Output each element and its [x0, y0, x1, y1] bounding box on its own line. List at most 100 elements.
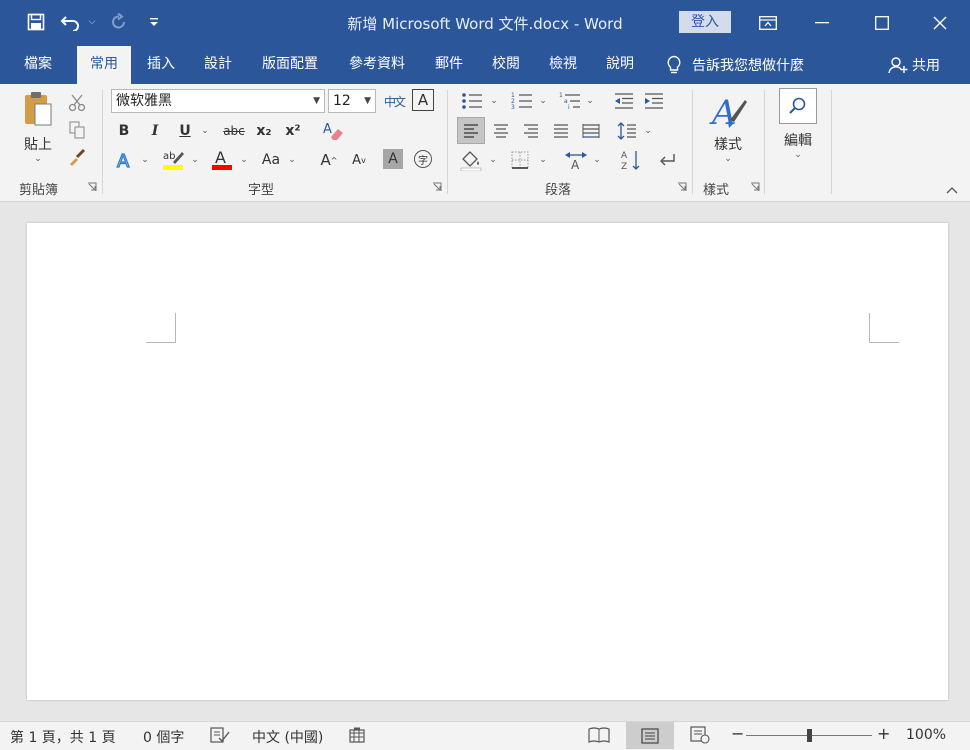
highlight-button[interactable]: ab — [160, 146, 186, 172]
underline-button[interactable]: U — [174, 120, 196, 142]
styles-launcher-icon[interactable] — [750, 182, 760, 192]
line-spacing-button[interactable] — [614, 119, 640, 143]
chevron-down-icon: ⌄ — [141, 155, 149, 165]
word-count[interactable]: 0 個字 — [143, 727, 184, 747]
distributed-button[interactable] — [578, 119, 604, 143]
multilevel-list-dropdown[interactable]: ⌄ — [584, 90, 596, 112]
sort-button[interactable]: AZ — [618, 147, 644, 173]
font-color-button[interactable]: A — [210, 146, 234, 172]
align-right-button[interactable] — [518, 119, 544, 143]
shading-dropdown[interactable]: ⌄ — [487, 148, 499, 172]
bullets-button[interactable] — [458, 90, 486, 112]
tab-design[interactable]: 設計 — [195, 46, 241, 84]
tab-review[interactable]: 校閱 — [483, 46, 529, 84]
numbering-button[interactable]: 123 — [508, 90, 536, 112]
styles-button[interactable]: A 樣式 ⌄ — [700, 90, 756, 172]
tell-me-search[interactable]: 告訴我您想做什麼 — [666, 46, 804, 84]
maximize-icon[interactable] — [862, 8, 902, 38]
increase-indent-button[interactable] — [642, 90, 666, 112]
eraser-icon: A — [322, 121, 344, 141]
line-spacing-dropdown[interactable]: ⌄ — [642, 119, 654, 143]
shading-button[interactable] — [458, 147, 484, 173]
bullets-dropdown[interactable]: ⌄ — [488, 90, 500, 112]
status-bar: 第 1 頁，共 1 頁 0 個字 中文 (中國) − + 100% — [0, 721, 970, 750]
justify-button[interactable] — [548, 119, 574, 143]
font-launcher-icon[interactable] — [432, 182, 442, 192]
editing-button[interactable]: 編輯 ⌄ — [774, 88, 822, 170]
tab-mailings[interactable]: 郵件 — [426, 46, 472, 84]
text-effects-dropdown[interactable]: ⌄ — [139, 148, 151, 172]
superscript-button[interactable]: x² — [282, 120, 304, 142]
tab-view[interactable]: 檢視 — [540, 46, 586, 84]
tab-home[interactable]: 常用 — [77, 46, 131, 86]
document-canvas[interactable] — [0, 202, 970, 721]
tab-layout[interactable]: 版面配置 — [252, 46, 328, 84]
font-size-combo[interactable]: 12 ▼ — [328, 89, 376, 113]
italic-button[interactable]: I — [144, 120, 166, 142]
font-name-combo[interactable]: 微软雅黑 ▼ — [111, 89, 325, 113]
zoom-level[interactable]: 100% — [906, 727, 946, 743]
text-effects-button[interactable]: A — [114, 148, 136, 172]
multilevel-list-button[interactable]: 1ai — [557, 90, 583, 112]
asian-layout-button[interactable]: A — [563, 148, 589, 172]
highlight-dropdown[interactable]: ⌄ — [189, 148, 201, 172]
undo-dropdown-icon[interactable]: ⌵ — [86, 9, 98, 35]
borders-dropdown[interactable]: ⌄ — [537, 148, 549, 172]
clipboard-launcher-icon[interactable] — [87, 182, 97, 192]
read-mode-icon[interactable] — [588, 726, 610, 744]
tab-references[interactable]: 參考資料 — [339, 46, 415, 84]
change-case-dropdown[interactable]: ⌄ — [286, 148, 298, 172]
macro-icon[interactable] — [349, 727, 365, 743]
paste-button[interactable]: 貼上 ⌄ — [16, 90, 60, 170]
undo-icon[interactable] — [58, 9, 84, 35]
print-layout-view-button[interactable] — [626, 722, 674, 749]
ribbon-display-options-icon[interactable] — [748, 8, 788, 38]
customize-qat-icon[interactable] — [146, 9, 162, 35]
underline-dropdown[interactable]: ⌄ — [199, 120, 211, 142]
subscript-button[interactable]: x₂ — [253, 120, 275, 142]
cut-icon[interactable] — [66, 92, 88, 114]
decrease-indent-button[interactable] — [612, 90, 636, 112]
copy-icon[interactable] — [66, 119, 88, 141]
redo-icon[interactable] — [108, 9, 130, 35]
share-button[interactable]: 共用 — [888, 46, 940, 84]
bold-button[interactable]: B — [113, 120, 135, 142]
login-button[interactable]: 登入 — [679, 11, 731, 33]
save-icon[interactable] — [24, 9, 48, 35]
character-border-button[interactable]: A — [412, 89, 434, 111]
zoom-in-button[interactable]: + — [877, 724, 890, 743]
chevron-down-icon: ⌄ — [240, 155, 248, 165]
page-count[interactable]: 第 1 頁，共 1 頁 — [10, 727, 116, 747]
svg-text:Z: Z — [621, 162, 627, 171]
format-painter-icon[interactable] — [66, 146, 88, 168]
proofing-icon[interactable] — [210, 726, 230, 744]
clear-formatting-button[interactable]: A — [320, 120, 346, 142]
strikethrough-button[interactable]: abc — [221, 120, 247, 142]
document-page[interactable] — [27, 223, 948, 700]
grow-font-button[interactable]: A ^ — [318, 148, 340, 172]
enclose-characters-button[interactable]: 字 — [412, 148, 434, 170]
collapse-ribbon-icon[interactable] — [942, 182, 962, 198]
borders-button[interactable] — [508, 148, 532, 172]
asian-layout-dropdown[interactable]: ⌄ — [591, 148, 603, 172]
minimize-icon[interactable] — [802, 8, 842, 38]
close-icon[interactable] — [920, 8, 960, 38]
tab-help[interactable]: 說明 — [597, 46, 643, 84]
character-shading-button[interactable]: A — [383, 149, 403, 169]
tab-insert[interactable]: 插入 — [138, 46, 184, 84]
font-color-dropdown[interactable]: ⌄ — [238, 148, 250, 172]
align-left-button[interactable] — [457, 117, 485, 144]
shrink-font-button[interactable]: Av — [348, 148, 370, 172]
zoom-slider-thumb[interactable] — [806, 729, 812, 742]
show-hide-marks-button[interactable] — [654, 147, 680, 173]
tab-file[interactable]: 檔案 — [11, 46, 65, 84]
change-case-button[interactable]: Aa — [258, 148, 284, 172]
numbering-dropdown[interactable]: ⌄ — [537, 90, 549, 112]
align-center-button[interactable] — [488, 119, 514, 143]
language-indicator[interactable]: 中文 (中國) — [252, 727, 323, 747]
web-layout-icon[interactable] — [690, 726, 710, 744]
zoom-out-button[interactable]: − — [731, 724, 744, 743]
increase-indent-icon — [644, 93, 664, 109]
paragraph-launcher-icon[interactable] — [677, 182, 687, 192]
phonetic-guide-button[interactable]: 中文 — [381, 89, 407, 113]
